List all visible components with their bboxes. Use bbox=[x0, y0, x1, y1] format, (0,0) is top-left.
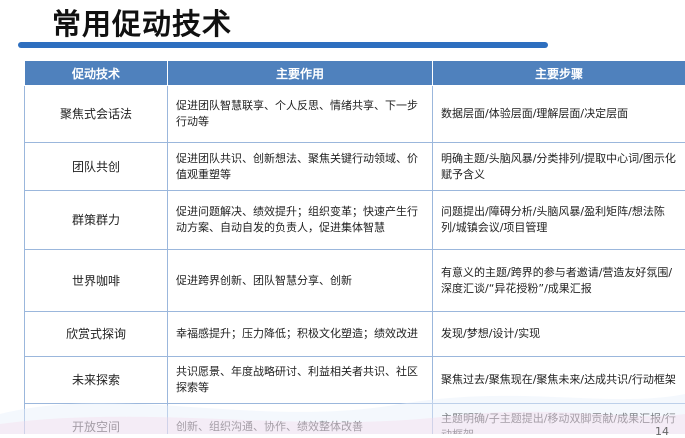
table-row: 开放空间 创新、组织沟通、协作、绩效整体改善 主题明确/子主题提出/移动双脚贡献… bbox=[25, 404, 685, 435]
technique-cell: 未来探索 bbox=[25, 357, 168, 404]
steps-cell: 发现/梦想/设计/实现 bbox=[433, 312, 685, 357]
table-row: 欣赏式探询 幸福感提升；压力降低；积极文化塑造；绩效改进 发现/梦想/设计/实现 bbox=[25, 312, 685, 357]
steps-cell: 数据层面/体验层面/理解层面/决定层面 bbox=[433, 86, 685, 143]
steps-cell: 明确主题/头脑风暴/分类排列/提取中心词/图示化赋予含义 bbox=[433, 143, 685, 191]
techniques-table: 促动技术 主要作用 主要步骤 聚焦式会话法 促进团队智慧联享、个人反思、情绪共享… bbox=[24, 60, 685, 434]
steps-cell: 有意义的主题/跨界的参与者邀请/营造友好氛围/深度汇谈/“异花授粉”/成果汇报 bbox=[433, 250, 685, 312]
header-technique: 促动技术 bbox=[25, 61, 168, 86]
effect-cell: 共识愿景、年度战略研讨、利益相关者共识、社区探索等 bbox=[168, 357, 433, 404]
table-header-row: 促动技术 主要作用 主要步骤 bbox=[25, 61, 685, 86]
table-row: 团队共创 促进团队共识、创新想法、聚焦关键行动领域、价值观重塑等 明确主题/头脑… bbox=[25, 143, 685, 191]
page-title: 常用促动技术 bbox=[52, 4, 232, 44]
technique-cell: 世界咖啡 bbox=[25, 250, 168, 312]
table-row: 世界咖啡 促进跨界创新、团队智慧分享、创新 有意义的主题/跨界的参与者邀请/营造… bbox=[25, 250, 685, 312]
steps-cell: 聚焦过去/聚焦现在/聚焦未来/达成共识/行动框架 bbox=[433, 357, 685, 404]
header-effect: 主要作用 bbox=[168, 61, 433, 86]
effect-cell: 创新、组织沟通、协作、绩效整体改善 bbox=[168, 404, 433, 435]
techniques-table-container: 促动技术 主要作用 主要步骤 聚焦式会话法 促进团队智慧联享、个人反思、情绪共享… bbox=[24, 60, 685, 434]
table-row: 群策群力 促进问题解决、绩效提升；组织变革；快速产生行动方案、自动自发的负责人，… bbox=[25, 191, 685, 250]
technique-cell: 团队共创 bbox=[25, 143, 168, 191]
effect-cell: 促进团队智慧联享、个人反思、情绪共享、下一步行动等 bbox=[168, 86, 433, 143]
table-row: 聚焦式会话法 促进团队智慧联享、个人反思、情绪共享、下一步行动等 数据层面/体验… bbox=[25, 86, 685, 143]
technique-cell: 开放空间 bbox=[25, 404, 168, 435]
header-steps: 主要步骤 bbox=[433, 61, 685, 86]
technique-cell: 欣赏式探询 bbox=[25, 312, 168, 357]
effect-cell: 促进跨界创新、团队智慧分享、创新 bbox=[168, 250, 433, 312]
page-number: 14 bbox=[655, 425, 669, 438]
effect-cell: 幸福感提升；压力降低；积极文化塑造；绩效改进 bbox=[168, 312, 433, 357]
technique-cell: 群策群力 bbox=[25, 191, 168, 250]
title-underline bbox=[18, 42, 548, 48]
table-row: 未来探索 共识愿景、年度战略研讨、利益相关者共识、社区探索等 聚焦过去/聚焦现在… bbox=[25, 357, 685, 404]
effect-cell: 促进问题解决、绩效提升；组织变革；快速产生行动方案、自动自发的负责人，促进集体智… bbox=[168, 191, 433, 250]
steps-cell: 问题提出/障碍分析/头脑风暴/盈利矩阵/想法陈列/城镇会议/项目管理 bbox=[433, 191, 685, 250]
technique-cell: 聚焦式会话法 bbox=[25, 86, 168, 143]
effect-cell: 促进团队共识、创新想法、聚焦关键行动领域、价值观重塑等 bbox=[168, 143, 433, 191]
steps-cell: 主题明确/子主题提出/移动双脚贡献/成果汇报/行动框架 bbox=[433, 404, 685, 435]
